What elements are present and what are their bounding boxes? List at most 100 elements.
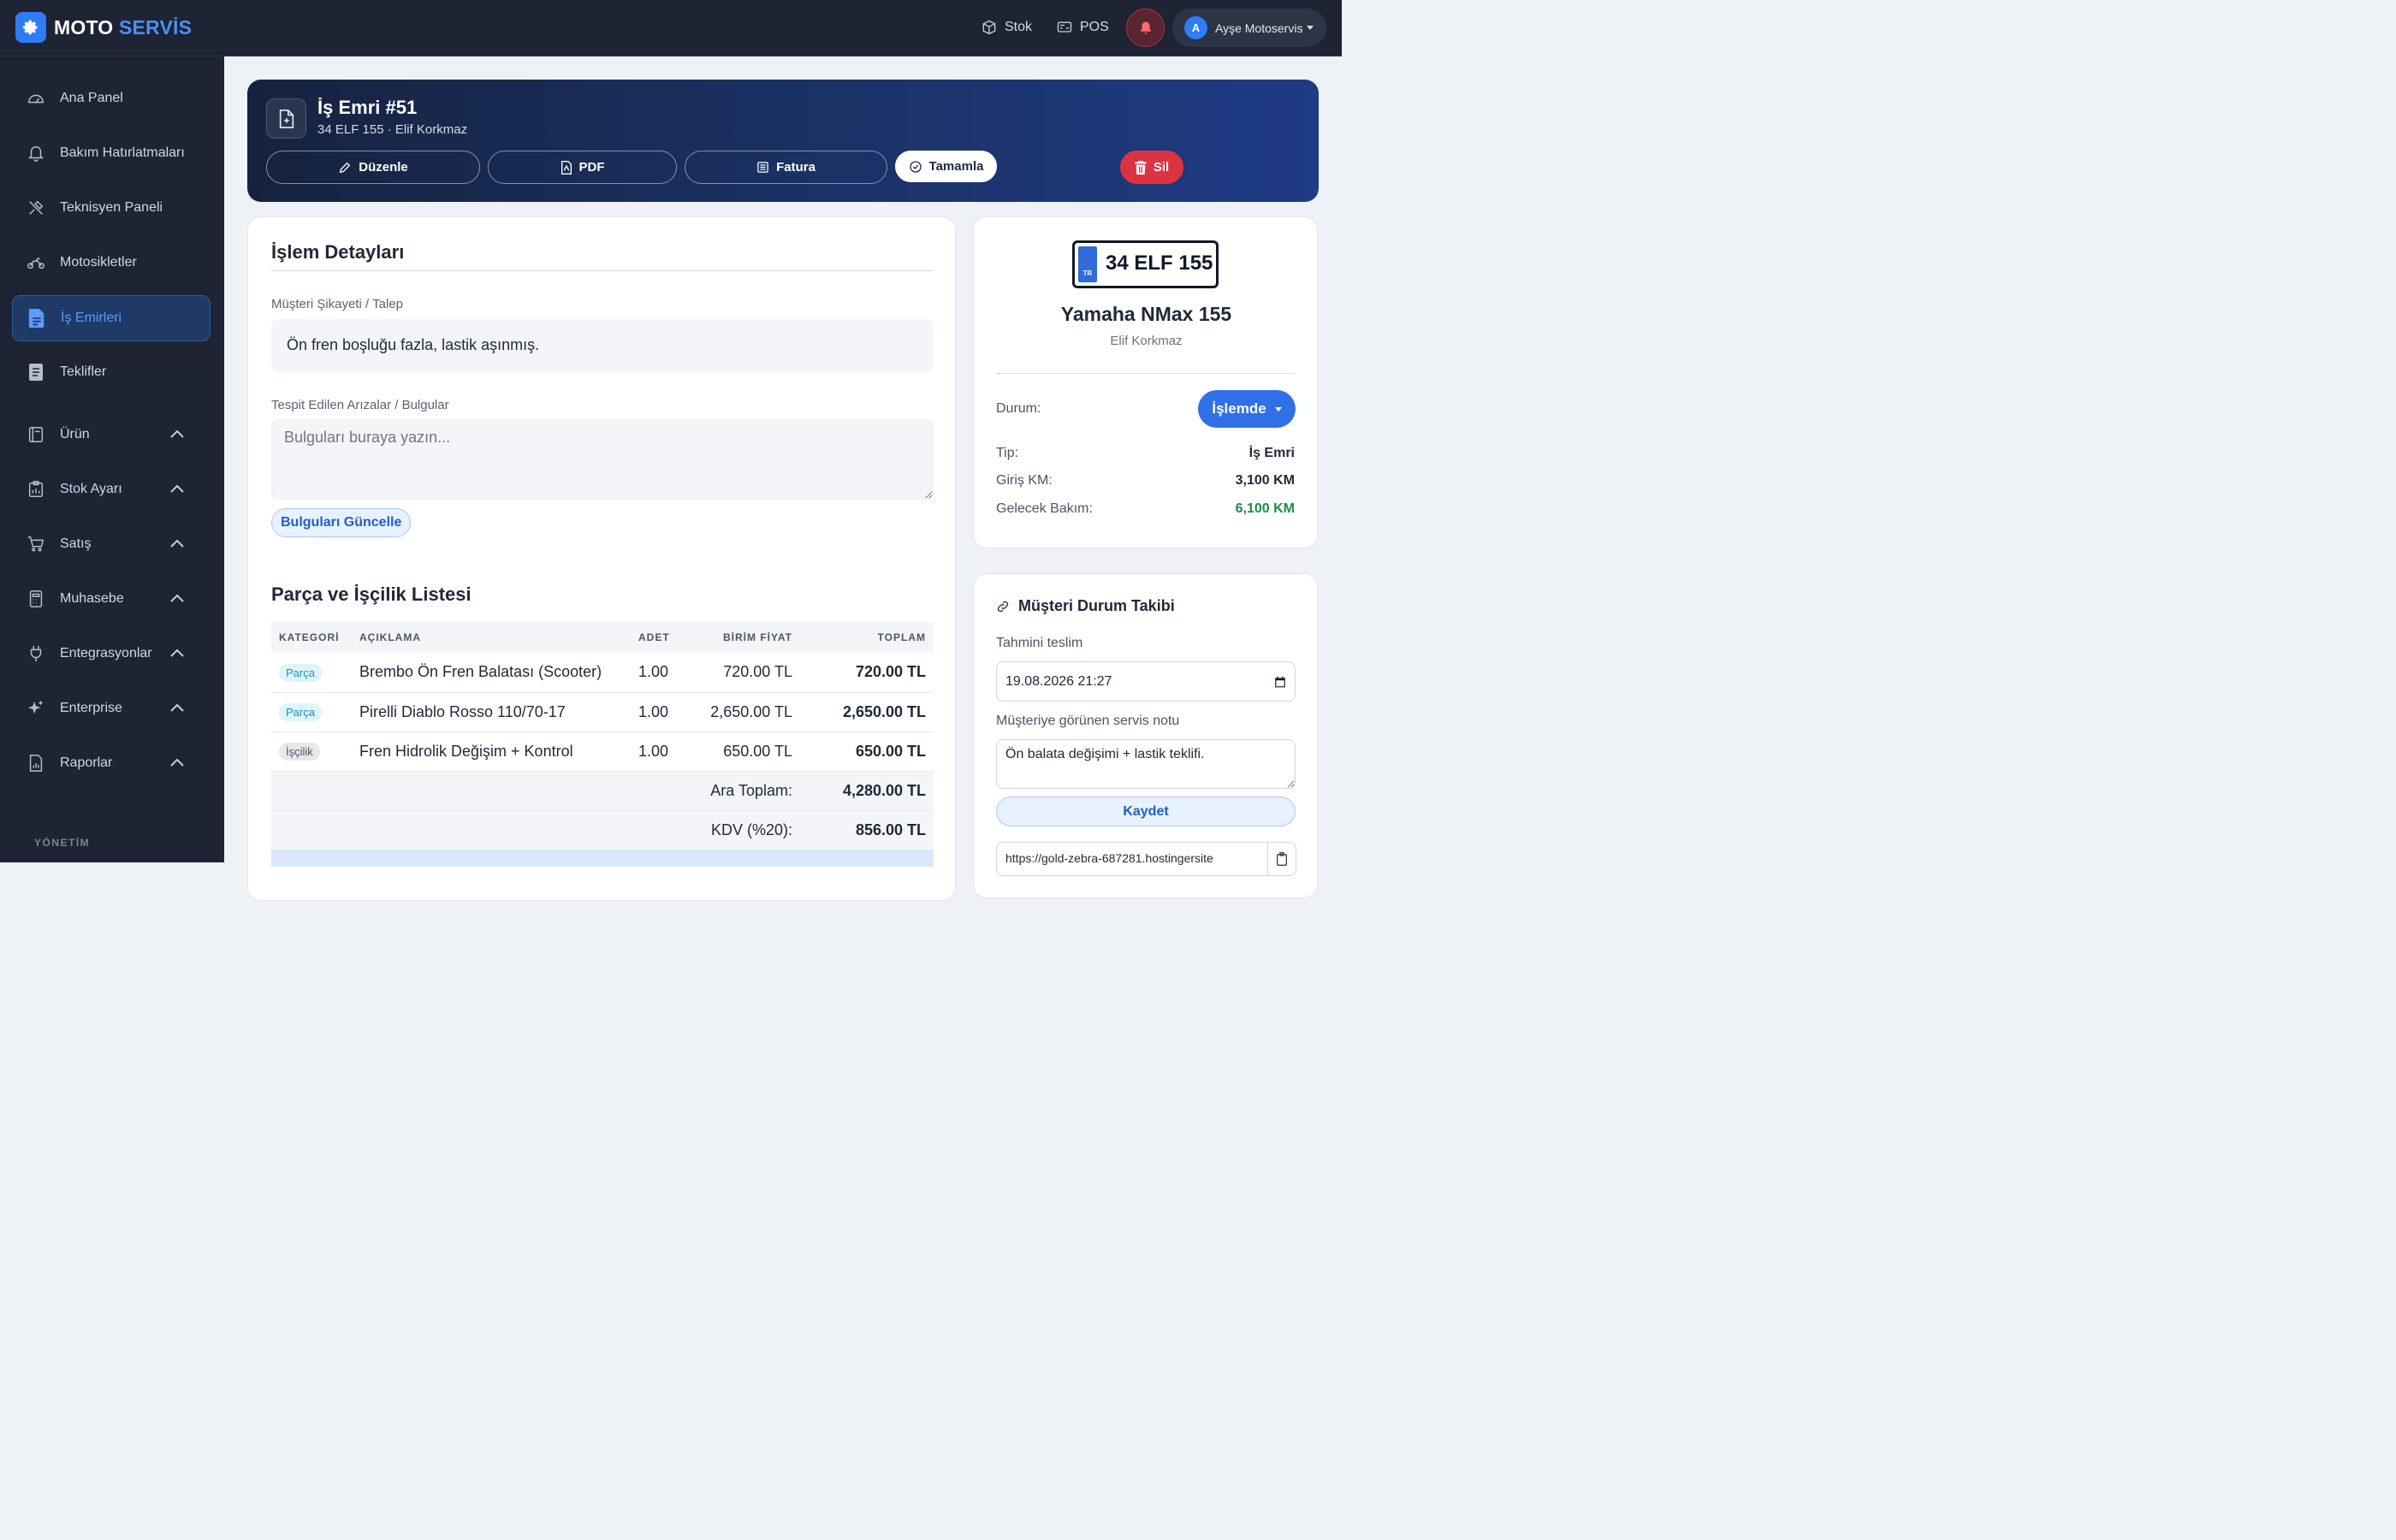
findings-textarea[interactable] [271, 419, 934, 500]
update-findings-button[interactable]: Bulguları Güncelle [271, 508, 412, 537]
plate-country: TR [1078, 246, 1097, 282]
chevron-up-icon [170, 429, 184, 438]
plate-number: 34 ELF 155 [1106, 252, 1213, 275]
sidebar-item-technician-panel[interactable]: Teknisyen Paneli [12, 185, 211, 231]
sidebar-section-management: YÖNETİM [34, 837, 91, 849]
item-description: Brembo Ön Fren Balatası (Scooter) [352, 653, 631, 693]
service-note-textarea[interactable]: Ön balata değişimi + lastik teklifi. [996, 739, 1296, 789]
calendar-icon[interactable] [1274, 676, 1286, 688]
item-unit-price: 720.00 TL [686, 653, 800, 693]
page-subtitle: 34 ELF 155 · Elif Korkmaz [317, 122, 468, 137]
vat-row: KDV (%20): 856.00 TL [271, 810, 934, 850]
file-pdf-icon [560, 160, 572, 175]
edit-button[interactable]: Düzenle [266, 151, 480, 184]
invoice-button[interactable]: Fatura [685, 151, 887, 184]
grand-total-row [271, 850, 934, 867]
sidebar-item-quotes[interactable]: Teklifler [12, 349, 211, 395]
brand-name: MOTO SERVİS [54, 15, 193, 38]
subtotal-label: Ara Toplam: [271, 771, 800, 811]
sidebar-item-maintenance-reminders[interactable]: Bakım Hatırlatmaları [12, 130, 211, 176]
status-label: Durum: [996, 401, 1041, 416]
service-note-label: Müşteriye görünen servis notu [996, 714, 1180, 728]
pdf-button[interactable]: PDF [488, 151, 677, 184]
work-order-header: İş Emri #51 34 ELF 155 · Elif Korkmaz Dü… [247, 80, 1319, 202]
eta-label: Tahmini teslim [996, 636, 1083, 650]
chevron-up-icon [170, 539, 184, 548]
calculator-icon [26, 589, 46, 609]
column-header-unit-price: BİRİM FİYAT [686, 622, 800, 653]
sidebar-item-integrations[interactable]: Entegrasyonlar [12, 631, 211, 677]
report-icon [26, 753, 46, 773]
brand-logo[interactable]: MOTO SERVİS [15, 12, 192, 43]
delete-button[interactable]: Sil [1120, 151, 1183, 184]
chevron-up-icon [170, 594, 184, 602]
findings-label: Tespit Edilen Arızalar / Bulgular [271, 398, 449, 412]
sidebar-item-enterprise[interactable]: Enterprise [12, 685, 211, 732]
item-total: 720.00 TL [800, 653, 934, 693]
cart-icon [26, 534, 46, 554]
notifications-button[interactable] [1126, 9, 1165, 47]
receipt-icon [757, 162, 768, 173]
table-row[interactable]: İşçilik Fren Hidrolik Değişim + Kontrol … [271, 732, 934, 772]
top-bar: MOTO SERVİS Stok POS A Ayşe Motoservis [0, 0, 1342, 56]
complete-button[interactable]: Tamamla [895, 151, 997, 182]
entry-km-value: 3,100 KM [1235, 473, 1295, 488]
details-card: İşlem Detayları Müşteri Şikayeti / Talep… [247, 216, 956, 901]
pos-terminal-icon [1057, 21, 1072, 33]
item-total: 2,650.00 TL [800, 692, 934, 732]
divider [271, 270, 934, 271]
table-row[interactable]: Parça Brembo Ön Fren Balatası (Scooter) … [271, 653, 934, 693]
details-title: İşlem Detayları [271, 241, 405, 263]
pencil-icon [340, 162, 351, 173]
item-description: Pirelli Diablo Rosso 110/70-17 [352, 692, 631, 732]
column-header-qty: ADET [631, 622, 686, 653]
tracking-link-input[interactable]: https://gold-zebra-687281.hostingersite [996, 842, 1268, 876]
license-plate: TR 34 ELF 155 [1072, 240, 1219, 288]
copy-button[interactable] [1267, 842, 1296, 876]
sidebar-item-work-orders[interactable]: İş Emirleri [12, 295, 211, 341]
gear-icon [15, 12, 46, 43]
column-header-description: AÇIKLAMA [352, 622, 631, 653]
link-icon [997, 601, 1009, 612]
item-qty: 1.00 [631, 692, 686, 732]
item-total: 650.00 TL [800, 732, 934, 772]
gauge-icon [26, 88, 46, 109]
chevron-up-icon [170, 649, 184, 657]
complaint-label: Müşteri Şikayeti / Talep [271, 297, 403, 311]
document-icon [27, 308, 47, 329]
save-button[interactable]: Kaydet [996, 797, 1296, 826]
eta-datetime-input[interactable]: 19.08.2026 21:27 [996, 661, 1296, 702]
stock-link[interactable]: Stok [981, 19, 1032, 36]
tools-icon [26, 198, 46, 218]
chevron-up-icon [170, 758, 184, 767]
type-label: Tip: [996, 446, 1019, 460]
box-icon [982, 20, 996, 35]
sidebar-item-sales[interactable]: Satış [12, 521, 211, 567]
entry-km-label: Giriş KM: [996, 473, 1053, 488]
status-dropdown[interactable]: İşlemde [1198, 390, 1296, 428]
category-badge: Parça [279, 663, 322, 682]
sidebar-item-reports[interactable]: Raporlar [12, 740, 211, 786]
next-maintenance-value: 6,100 KM [1235, 501, 1295, 516]
sidebar-item-accounting[interactable]: Muhasebe [12, 576, 211, 622]
item-qty: 1.00 [631, 732, 686, 772]
complaint-value: Ön fren boşluğu fazla, lastik aşınmış. [271, 319, 934, 372]
sidebar-item-motorcycles[interactable]: Motosikletler [12, 240, 211, 286]
sidebar-item-stock-settings[interactable]: Stok Ayarı [12, 466, 211, 512]
plug-icon [26, 643, 46, 664]
type-value: İş Emri [1248, 446, 1295, 460]
sidebar-item-dashboard[interactable]: Ana Panel [12, 75, 211, 121]
parts-table: KATEGORİ AÇIKLAMA ADET BİRİM FİYAT TOPLA… [271, 622, 934, 867]
chevron-up-icon [170, 484, 184, 493]
sidebar-item-product[interactable]: Ürün [12, 412, 211, 458]
avatar: A [1184, 16, 1207, 39]
vat-value: 856.00 TL [800, 810, 934, 850]
table-row[interactable]: Parça Pirelli Diablo Rosso 110/70-17 1.0… [271, 692, 934, 732]
clipboard-icon [1277, 852, 1287, 866]
item-description: Fren Hidrolik Değişim + Kontrol [352, 732, 631, 772]
sparkles-icon [26, 698, 46, 719]
user-menu-button[interactable]: A Ayşe Motoservis [1172, 9, 1326, 47]
chevron-down-icon [1274, 406, 1282, 412]
clipboard-chart-icon [26, 479, 46, 500]
pos-link[interactable]: POS [1056, 19, 1109, 36]
